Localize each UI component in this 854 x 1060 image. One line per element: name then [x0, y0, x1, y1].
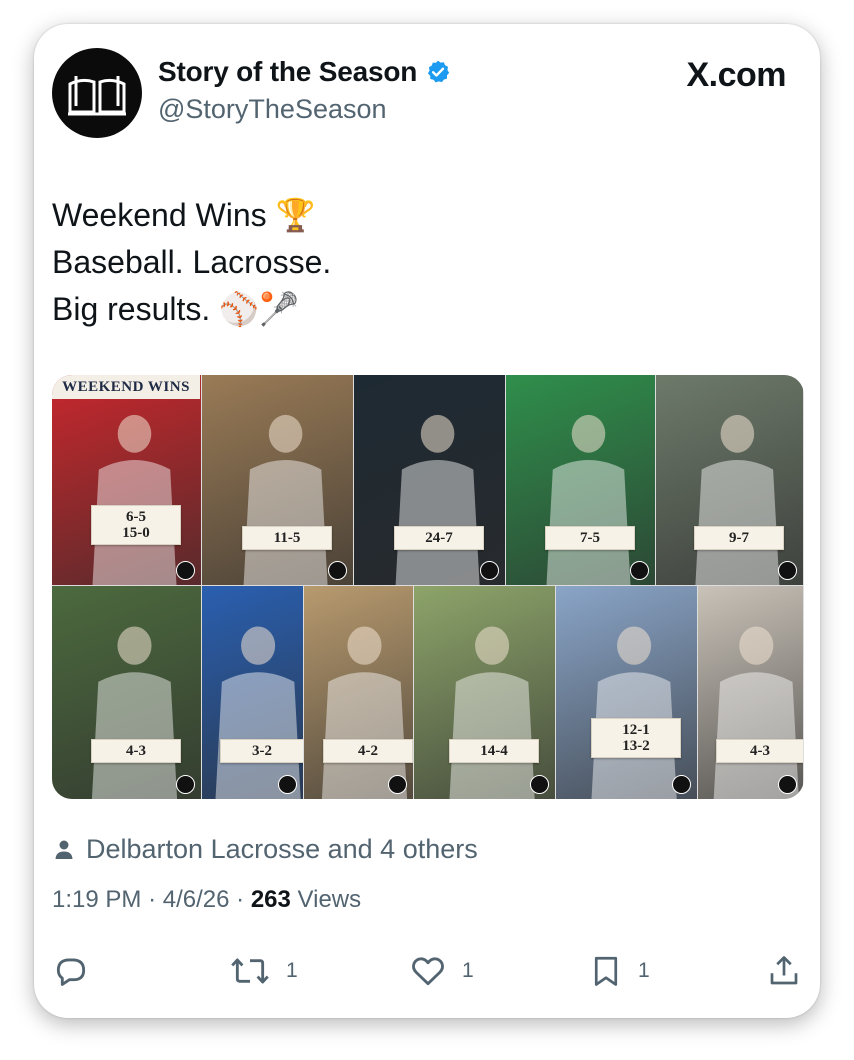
story-logo-icon [530, 775, 549, 794]
score-card: 4-2 [323, 739, 413, 763]
share-icon [770, 956, 798, 985]
score-value: 4-2 [358, 743, 378, 759]
book-logo-icon [68, 76, 126, 116]
like-button[interactable]: 1 [408, 952, 474, 990]
score-card: 3-2 [220, 739, 303, 763]
share-button[interactable] [766, 952, 802, 990]
collage-tile: 7-5 [506, 375, 655, 585]
tweet-meta: 1:19 PM · 4/6/26 · 263 Views [52, 886, 361, 914]
player-photo [321, 626, 408, 799]
collage-banner: WEEKEND WINS [52, 375, 200, 399]
story-logo-icon [672, 775, 691, 794]
score-value: 9-7 [729, 530, 749, 546]
score-card: 12-1 13-2 [591, 718, 681, 758]
collage-tile: 12-1 13-2 [556, 586, 697, 799]
score-card: 4-3 [716, 739, 803, 763]
player-photo [395, 414, 480, 585]
score-value: 11-5 [273, 530, 301, 546]
x-com-logo[interactable]: X.com [686, 56, 786, 95]
story-logo-icon [278, 775, 297, 794]
bookmark-button[interactable]: 1 [588, 952, 650, 990]
collage-tile: 4-3 [52, 586, 201, 799]
player-photo [215, 626, 301, 799]
score-card: 9-7 [694, 526, 784, 550]
tweet-text: Weekend Wins 🏆 Baseball. Lacrosse. Big r… [52, 192, 331, 333]
collage-tile: 4-2 [304, 586, 413, 799]
player-photo [546, 414, 631, 585]
avatar[interactable] [52, 48, 142, 138]
score-value: 14-4 [480, 743, 508, 759]
score-value: 12-1 [622, 722, 650, 738]
story-logo-icon [778, 561, 797, 580]
score-card: 7-5 [545, 526, 635, 550]
collage-tile: 4-3 [698, 586, 803, 799]
player-photo [713, 626, 799, 799]
reply-button[interactable] [52, 952, 104, 990]
story-logo-icon [778, 775, 797, 794]
player-photo [449, 626, 535, 799]
author-name[interactable]: Story of the Season [158, 56, 417, 88]
tweet-time[interactable]: 1:19 PM [52, 886, 141, 913]
media-collage[interactable]: 6-5 15-0 11-5 24-7 7-5 9-7 4-3 3-2 4-2 14-4 12-1 13… [52, 375, 804, 799]
score-card: 4-3 [91, 739, 181, 763]
heart-icon [412, 957, 444, 986]
action-bar: 1 1 1 [52, 952, 804, 992]
score-card: 11-5 [242, 526, 332, 550]
player-photo [91, 626, 178, 799]
story-logo-icon [176, 775, 195, 794]
retweet-icon [231, 958, 269, 984]
score-value: 7-5 [580, 530, 600, 546]
score-value: 4-3 [126, 743, 146, 759]
author-handle[interactable]: @StoryTheSeason [158, 94, 387, 125]
like-count: 1 [462, 959, 474, 982]
score-card: 14-4 [449, 739, 539, 763]
score-card: 6-5 15-0 [91, 505, 181, 545]
collage-tile: 14-4 [414, 586, 555, 799]
story-logo-icon [328, 561, 347, 580]
story-logo-icon [630, 561, 649, 580]
collage-tile: 6-5 15-0 [52, 375, 201, 585]
separator: · [236, 886, 251, 913]
collage-tile: 11-5 [202, 375, 353, 585]
score-value: 24-7 [425, 530, 453, 546]
collage-tile: 24-7 [354, 375, 505, 585]
liked-by-text: Delbarton Lacrosse and 4 others [86, 834, 478, 864]
person-icon [55, 840, 73, 859]
views-label: Views [297, 886, 362, 913]
tweet-line: Baseball. Lacrosse. [52, 244, 332, 280]
story-logo-icon [388, 775, 407, 794]
tweet-line: Weekend Wins 🏆 [52, 197, 316, 233]
collage-tile: 3-2 [202, 586, 303, 799]
retweet-button[interactable]: 1 [228, 952, 298, 990]
player-photo [243, 414, 328, 585]
score-value: 15-0 [122, 525, 150, 541]
player-photo [92, 414, 177, 585]
tweet-date[interactable]: 4/6/26 [163, 886, 230, 913]
verified-badge-icon [428, 60, 450, 83]
score-value: 4-3 [750, 743, 770, 759]
score-value: 6-5 [126, 509, 146, 525]
player-photo [695, 414, 780, 585]
tweet-line: Big results. ⚾🥍 [52, 291, 299, 327]
social-context[interactable]: Delbarton Lacrosse and 4 others [52, 834, 478, 865]
story-logo-icon [176, 561, 195, 580]
bookmark-icon [594, 956, 618, 986]
retweet-count: 1 [286, 959, 298, 982]
story-logo-icon [480, 561, 499, 580]
views-count: 263 [250, 886, 291, 913]
score-value: 13-2 [622, 738, 650, 754]
bookmark-count: 1 [638, 959, 650, 982]
collage-tile: 9-7 [656, 375, 803, 585]
player-photo [591, 626, 677, 799]
score-card: 24-7 [394, 526, 484, 550]
tweet-card: Story of the Season @StoryTheSeason X.co… [34, 24, 820, 1018]
separator: · [148, 886, 163, 913]
score-value: 3-2 [252, 743, 272, 759]
reply-icon [56, 958, 86, 986]
